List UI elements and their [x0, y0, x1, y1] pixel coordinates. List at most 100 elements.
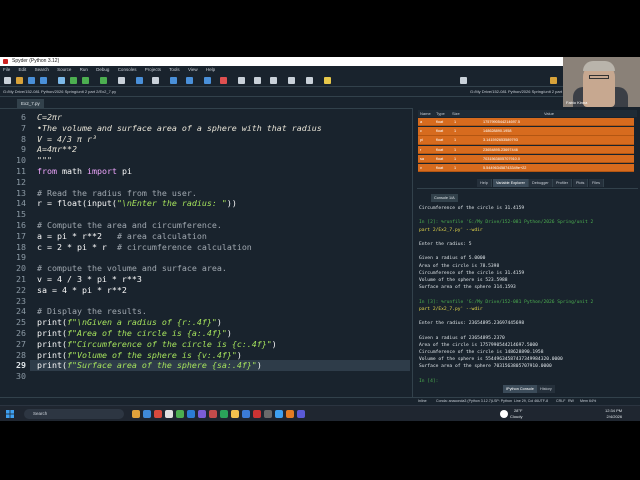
tab-history[interactable]: History	[537, 385, 555, 393]
line-number[interactable]: 9	[0, 144, 26, 155]
folder-icon[interactable]	[231, 410, 239, 418]
code-line[interactable]: •The volume and surface area of a sphere…	[37, 123, 322, 134]
editor-tab-file[interactable]: Ex2_7.py	[17, 99, 44, 108]
menu-search[interactable]: Search	[35, 67, 49, 72]
menu-debug[interactable]: Debug	[96, 67, 109, 72]
terminal-icon[interactable]	[264, 410, 272, 418]
clock[interactable]: 12:34 PM 2/4/2026	[605, 408, 622, 420]
step-into-icon[interactable]	[170, 77, 177, 84]
col-name[interactable]: Name	[420, 110, 431, 117]
code-line[interactable]: V = 4/3 π r³	[37, 134, 97, 145]
outlook-icon[interactable]	[242, 410, 250, 418]
code-line[interactable]: print(f"Circumference of the circle is {…	[37, 339, 277, 350]
working-dir-icon[interactable]	[460, 77, 467, 84]
debug-icon[interactable]	[136, 77, 143, 84]
browse-dir-icon[interactable]	[550, 77, 557, 84]
tab-files[interactable]: Files	[589, 179, 605, 187]
menu-help[interactable]: Help	[206, 67, 215, 72]
menu-projects[interactable]: Projects	[145, 67, 161, 72]
code-line[interactable]: from math import pi	[37, 166, 132, 177]
line-number[interactable]: 15	[0, 209, 26, 220]
line-number[interactable]: 27	[0, 339, 26, 350]
line-number[interactable]: 8	[0, 134, 26, 145]
spyder-taskbar-icon[interactable]	[253, 410, 261, 418]
weather-widget[interactable]: 28°F Cloudy	[510, 408, 522, 420]
code-line[interactable]: # compute the volume and surface area.	[37, 263, 227, 274]
line-number[interactable]: 6	[0, 112, 26, 123]
play-icon[interactable]	[70, 77, 77, 84]
windows-start-icon[interactable]	[6, 410, 14, 418]
chrome-icon[interactable]	[176, 410, 184, 418]
tab-plots[interactable]: Plots	[573, 179, 589, 187]
line-number[interactable]: 21	[0, 274, 26, 285]
variable-row[interactable]: a float 1 1757990544214697.5	[418, 118, 634, 127]
code-line[interactable]: # Display the results.	[37, 306, 147, 317]
line-number[interactable]: 22	[0, 285, 26, 296]
line-number[interactable]: 14	[0, 198, 26, 209]
col-value[interactable]: Value	[544, 110, 554, 117]
step-icon[interactable]	[152, 77, 159, 84]
col-type[interactable]: Type	[436, 110, 445, 117]
variable-row[interactable]: pi float 1 3.141592653589793	[418, 136, 634, 145]
preferences-icon[interactable]	[254, 77, 261, 84]
line-number[interactable]: 7	[0, 123, 26, 134]
open-folder-icon[interactable]	[16, 77, 23, 84]
code-line[interactable]: print(f"Volume of the sphere is {v:.4f}"…	[37, 350, 242, 361]
run-cell-icon[interactable]	[82, 77, 89, 84]
line-number[interactable]: 12	[0, 177, 26, 188]
line-number[interactable]: 24	[0, 306, 26, 317]
code-area[interactable]: 6 C=2πr 7 •The volume and surface area of a…	[0, 109, 413, 401]
line-number[interactable]: 10	[0, 155, 26, 166]
code-line[interactable]: # Read the radius from the user.	[37, 188, 197, 199]
tab-debugger[interactable]: Debugger	[529, 179, 553, 187]
tab-variable-explorer[interactable]: Variable Explorer	[493, 179, 529, 187]
line-number[interactable]: 16	[0, 220, 26, 231]
store-icon[interactable]	[165, 410, 173, 418]
teams-icon[interactable]	[198, 410, 206, 418]
powerpoint-icon[interactable]	[209, 410, 217, 418]
zoom-icon[interactable]	[275, 410, 283, 418]
code-line[interactable]: # Compute the area and circumference.	[37, 220, 222, 231]
col-size[interactable]: Size	[452, 110, 460, 117]
app-icon-orange[interactable]	[286, 410, 294, 418]
taskbar-search[interactable]: Search	[24, 409, 124, 419]
run-cell-advance-icon[interactable]	[100, 77, 107, 84]
console-tab[interactable]: Console 1/A	[431, 194, 458, 202]
tab-help[interactable]: Help	[477, 179, 492, 187]
menu-edit[interactable]: Edit	[19, 67, 27, 72]
edge-icon[interactable]	[143, 410, 151, 418]
code-line[interactable]: sa = 4 * pi * r**2	[37, 285, 127, 296]
variable-row[interactable]: v float 1 5.544963458743349e+22	[418, 164, 634, 173]
code-line[interactable]: r = float(input("\nEnter the radius: "))	[37, 198, 237, 209]
wrench-icon[interactable]	[288, 77, 295, 84]
variable-row[interactable]: sa float 1 7031563805707910.0	[418, 154, 634, 164]
code-line[interactable]: v = 4 / 3 * pi * r**3	[37, 274, 142, 285]
code-line[interactable]: """	[37, 155, 52, 166]
code-line[interactable]: print(f"Surface area of the sphere {sa:.…	[30, 360, 410, 372]
variable-row[interactable]: c float 1 148628890.1958	[418, 127, 634, 136]
code-line[interactable]: C=2πr	[37, 112, 62, 123]
line-number[interactable]: 11	[0, 166, 26, 177]
variable-row[interactable]: r float 1 23654895.23697446	[418, 145, 634, 154]
menu-consoles[interactable]: Consoles	[118, 67, 137, 72]
menu-source[interactable]: Source	[57, 67, 71, 72]
file-explorer-icon[interactable]	[132, 410, 140, 418]
console-output[interactable]: Circumference of the circle is 31.4159 In…	[419, 205, 635, 391]
save-icon[interactable]	[28, 77, 35, 84]
run-icon[interactable]	[58, 77, 65, 84]
maximize-pane-icon[interactable]	[238, 77, 245, 84]
code-line[interactable]: A=4πr**2	[37, 144, 77, 155]
app-icon-purple[interactable]	[297, 410, 305, 418]
step-return-icon[interactable]	[186, 77, 193, 84]
code-line[interactable]: print(f"Area of the circle is {a:.4f}")	[37, 328, 232, 339]
code-line[interactable]: c = 2 * pi * r # circumference calculati…	[37, 242, 252, 253]
code-line[interactable]: print(f"\nGiven a radius of {r:.4f}")	[37, 317, 222, 328]
line-number[interactable]: 26	[0, 328, 26, 339]
save-all-icon[interactable]	[40, 77, 47, 84]
excel-icon[interactable]	[220, 410, 228, 418]
menu-run[interactable]: Run	[80, 67, 88, 72]
line-number[interactable]: 18	[0, 242, 26, 253]
line-number[interactable]: 17	[0, 231, 26, 242]
line-number[interactable]: 25	[0, 317, 26, 328]
line-number[interactable]: 30	[0, 371, 26, 382]
